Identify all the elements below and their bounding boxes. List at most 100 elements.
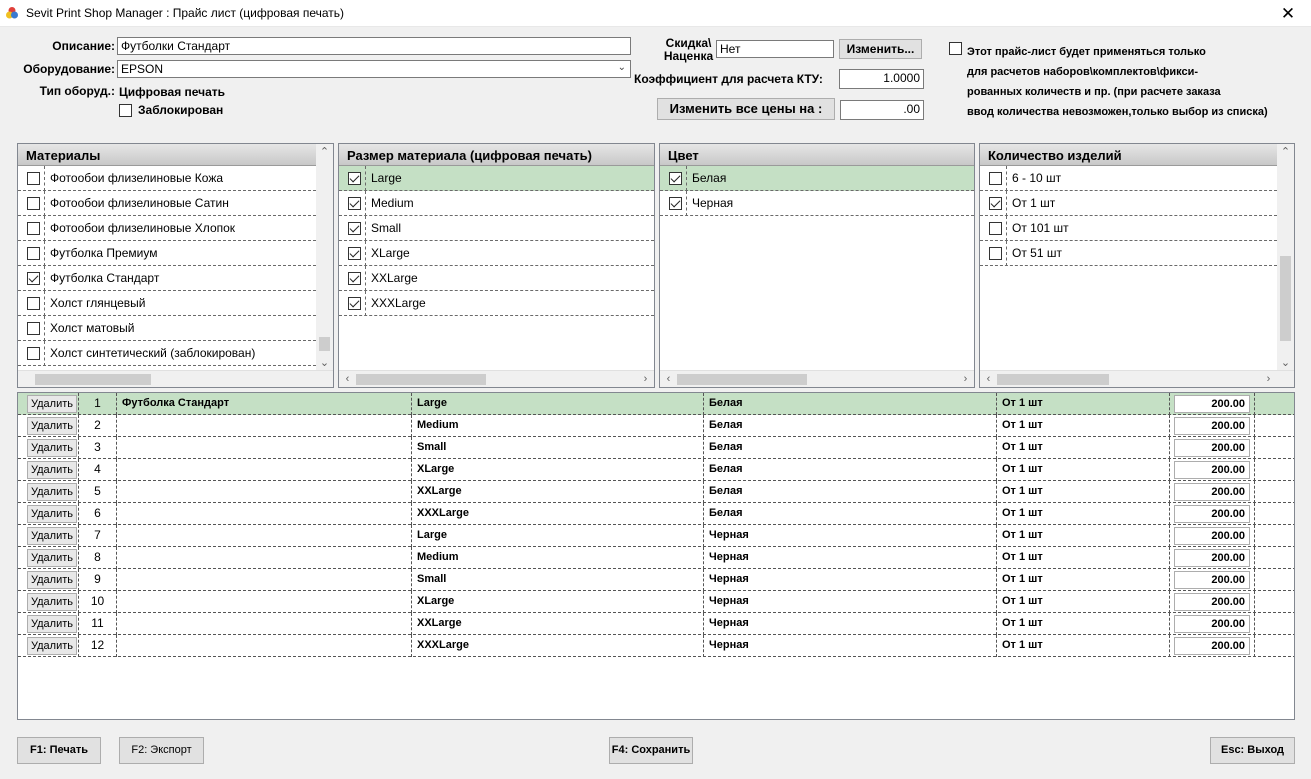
scroll-right-icon[interactable]: ›	[957, 371, 974, 387]
list-item[interactable]: Small	[339, 215, 654, 241]
price-input[interactable]: 200.00	[1174, 461, 1250, 479]
checked-checkbox-icon[interactable]	[989, 196, 1002, 210]
scroll-thumb[interactable]	[997, 374, 1109, 385]
price-input[interactable]: 200.00	[1174, 505, 1250, 523]
table-row[interactable]: Удалить 4 XLarge Белая От 1 шт 200.00	[18, 459, 1294, 481]
price-input[interactable]: 200.00	[1174, 417, 1250, 435]
checked-checkbox-icon[interactable]	[348, 296, 361, 310]
table-row[interactable]: Удалить 7 Large Черная От 1 шт 200.00	[18, 525, 1294, 547]
list-item[interactable]: Фотообои флизелиновые Хлопок	[18, 215, 316, 241]
price-input[interactable]: 200.00	[1174, 439, 1250, 457]
list-item[interactable]: XXXLarge	[339, 290, 654, 316]
close-window-button[interactable]: ✕	[1265, 0, 1311, 27]
scroll-thumb[interactable]	[35, 374, 151, 385]
scroll-thumb[interactable]	[356, 374, 486, 385]
price-input[interactable]: 200.00	[1174, 527, 1250, 545]
delete-row-button[interactable]: Удалить	[27, 483, 77, 501]
price-input[interactable]: 200.00	[1174, 549, 1250, 567]
kty-input[interactable]: 1.0000	[839, 69, 924, 89]
list-item[interactable]: Medium	[339, 190, 654, 216]
price-input[interactable]: 200.00	[1174, 571, 1250, 589]
scroll-thumb[interactable]	[677, 374, 807, 385]
print-button[interactable]: F1: Печать	[17, 737, 101, 764]
table-row[interactable]: Удалить 1 Футболка Стандарт Large Белая От 1 …	[18, 393, 1294, 415]
scroll-left-icon[interactable]: ‹	[339, 371, 356, 387]
colors-hscroll[interactable]: ‹ ›	[660, 370, 974, 387]
delete-row-button[interactable]: Удалить	[27, 593, 77, 611]
delete-row-button[interactable]: Удалить	[27, 571, 77, 589]
materials-vscroll[interactable]: ⌃ ⌄	[316, 144, 333, 370]
table-row[interactable]: Удалить 11 XXLarge Черная От 1 шт 200.00	[18, 613, 1294, 635]
scroll-thumb[interactable]	[319, 337, 330, 351]
discount-input[interactable]: Нет	[716, 40, 834, 58]
table-row[interactable]: Удалить 12 XXXLarge Черная От 1 шт 200.00	[18, 635, 1294, 657]
delete-row-button[interactable]: Удалить	[27, 505, 77, 523]
list-item[interactable]: Large	[339, 165, 654, 191]
price-input[interactable]: 200.00	[1174, 593, 1250, 611]
table-row[interactable]: Удалить 6 XXXLarge Белая От 1 шт 200.00	[18, 503, 1294, 525]
table-row[interactable]: Удалить 9 Small Черная От 1 шт 200.00	[18, 569, 1294, 591]
checkbox-icon[interactable]	[989, 246, 1002, 260]
scroll-up-icon[interactable]: ⌃	[316, 144, 333, 161]
scroll-left-icon[interactable]: ‹	[660, 371, 677, 387]
table-row[interactable]: Удалить 3 Small Белая От 1 шт 200.00	[18, 437, 1294, 459]
list-item[interactable]: XLarge	[339, 240, 654, 266]
delete-row-button[interactable]: Удалить	[27, 615, 77, 633]
export-button[interactable]: F2: Экспорт	[119, 737, 204, 764]
list-item[interactable]: Футболка Премиум	[18, 240, 316, 266]
quantities-vscroll[interactable]: ⌃ ⌄	[1277, 144, 1294, 370]
change-all-prices-button[interactable]: Изменить все цены на :	[657, 98, 835, 120]
delete-row-button[interactable]: Удалить	[27, 439, 77, 457]
price-input[interactable]: 200.00	[1174, 395, 1250, 413]
checked-checkbox-icon[interactable]	[348, 196, 361, 210]
apply-fixed-checkbox[interactable]	[949, 42, 962, 55]
checked-checkbox-icon[interactable]	[669, 196, 682, 210]
checked-checkbox-icon[interactable]	[348, 221, 361, 235]
materials-hscroll[interactable]	[18, 370, 333, 387]
checked-checkbox-icon[interactable]	[27, 271, 40, 285]
checkbox-icon[interactable]	[27, 296, 40, 310]
scroll-left-icon[interactable]: ‹	[980, 371, 997, 387]
checkbox-icon[interactable]	[27, 196, 40, 210]
list-item[interactable]: Футболка Стандарт	[18, 265, 316, 291]
checkbox-icon[interactable]	[27, 171, 40, 185]
table-row[interactable]: Удалить 8 Medium Черная От 1 шт 200.00	[18, 547, 1294, 569]
list-item[interactable]: Холст матовый	[18, 315, 316, 341]
save-button[interactable]: F4: Сохранить	[609, 737, 693, 764]
delete-row-button[interactable]: Удалить	[27, 395, 77, 413]
table-row[interactable]: Удалить 5 XXLarge Белая От 1 шт 200.00	[18, 481, 1294, 503]
list-item[interactable]: От 1 шт	[980, 190, 1277, 216]
table-row[interactable]: Удалить 10 XLarge Черная От 1 шт 200.00	[18, 591, 1294, 613]
price-input[interactable]: 200.00	[1174, 637, 1250, 655]
delete-row-button[interactable]: Удалить	[27, 527, 77, 545]
list-item[interactable]: XXLarge	[339, 265, 654, 291]
checkbox-icon[interactable]	[989, 171, 1002, 185]
delete-row-button[interactable]: Удалить	[27, 637, 77, 655]
blocked-checkbox[interactable]: Заблокирован	[119, 103, 223, 117]
checked-checkbox-icon[interactable]	[669, 171, 682, 185]
quantities-hscroll[interactable]: ‹ ›	[980, 370, 1294, 387]
exit-button[interactable]: Esc: Выход	[1210, 737, 1295, 764]
list-item[interactable]: Холст глянцевый	[18, 290, 316, 316]
scroll-right-icon[interactable]: ›	[1260, 371, 1277, 387]
checked-checkbox-icon[interactable]	[348, 246, 361, 260]
price-input[interactable]: 200.00	[1174, 483, 1250, 501]
scroll-up-icon[interactable]: ⌃	[1277, 144, 1294, 161]
list-item[interactable]: Фотообои флизелиновые Кожа	[18, 165, 316, 191]
sizes-hscroll[interactable]: ‹ ›	[339, 370, 654, 387]
checked-checkbox-icon[interactable]	[348, 271, 361, 285]
list-item[interactable]: От 101 шт	[980, 215, 1277, 241]
table-row[interactable]: Удалить 2 Medium Белая От 1 шт 200.00	[18, 415, 1294, 437]
blocked-checkbox-box[interactable]	[119, 103, 132, 117]
scroll-thumb[interactable]	[1280, 256, 1291, 341]
scroll-right-icon[interactable]: ›	[637, 371, 654, 387]
checked-checkbox-icon[interactable]	[348, 171, 361, 185]
delete-row-button[interactable]: Удалить	[27, 549, 77, 567]
checkbox-icon[interactable]	[27, 321, 40, 335]
list-item[interactable]: 6 - 10 шт	[980, 165, 1277, 191]
list-item[interactable]: Белая	[660, 165, 974, 191]
change-all-prices-input[interactable]: .00	[840, 100, 924, 120]
list-item[interactable]: От 51 шт	[980, 240, 1277, 266]
list-item[interactable]: Холст синтетический (заблокирован)	[18, 340, 316, 366]
list-item[interactable]: Фотообои флизелиновые Сатин	[18, 190, 316, 216]
